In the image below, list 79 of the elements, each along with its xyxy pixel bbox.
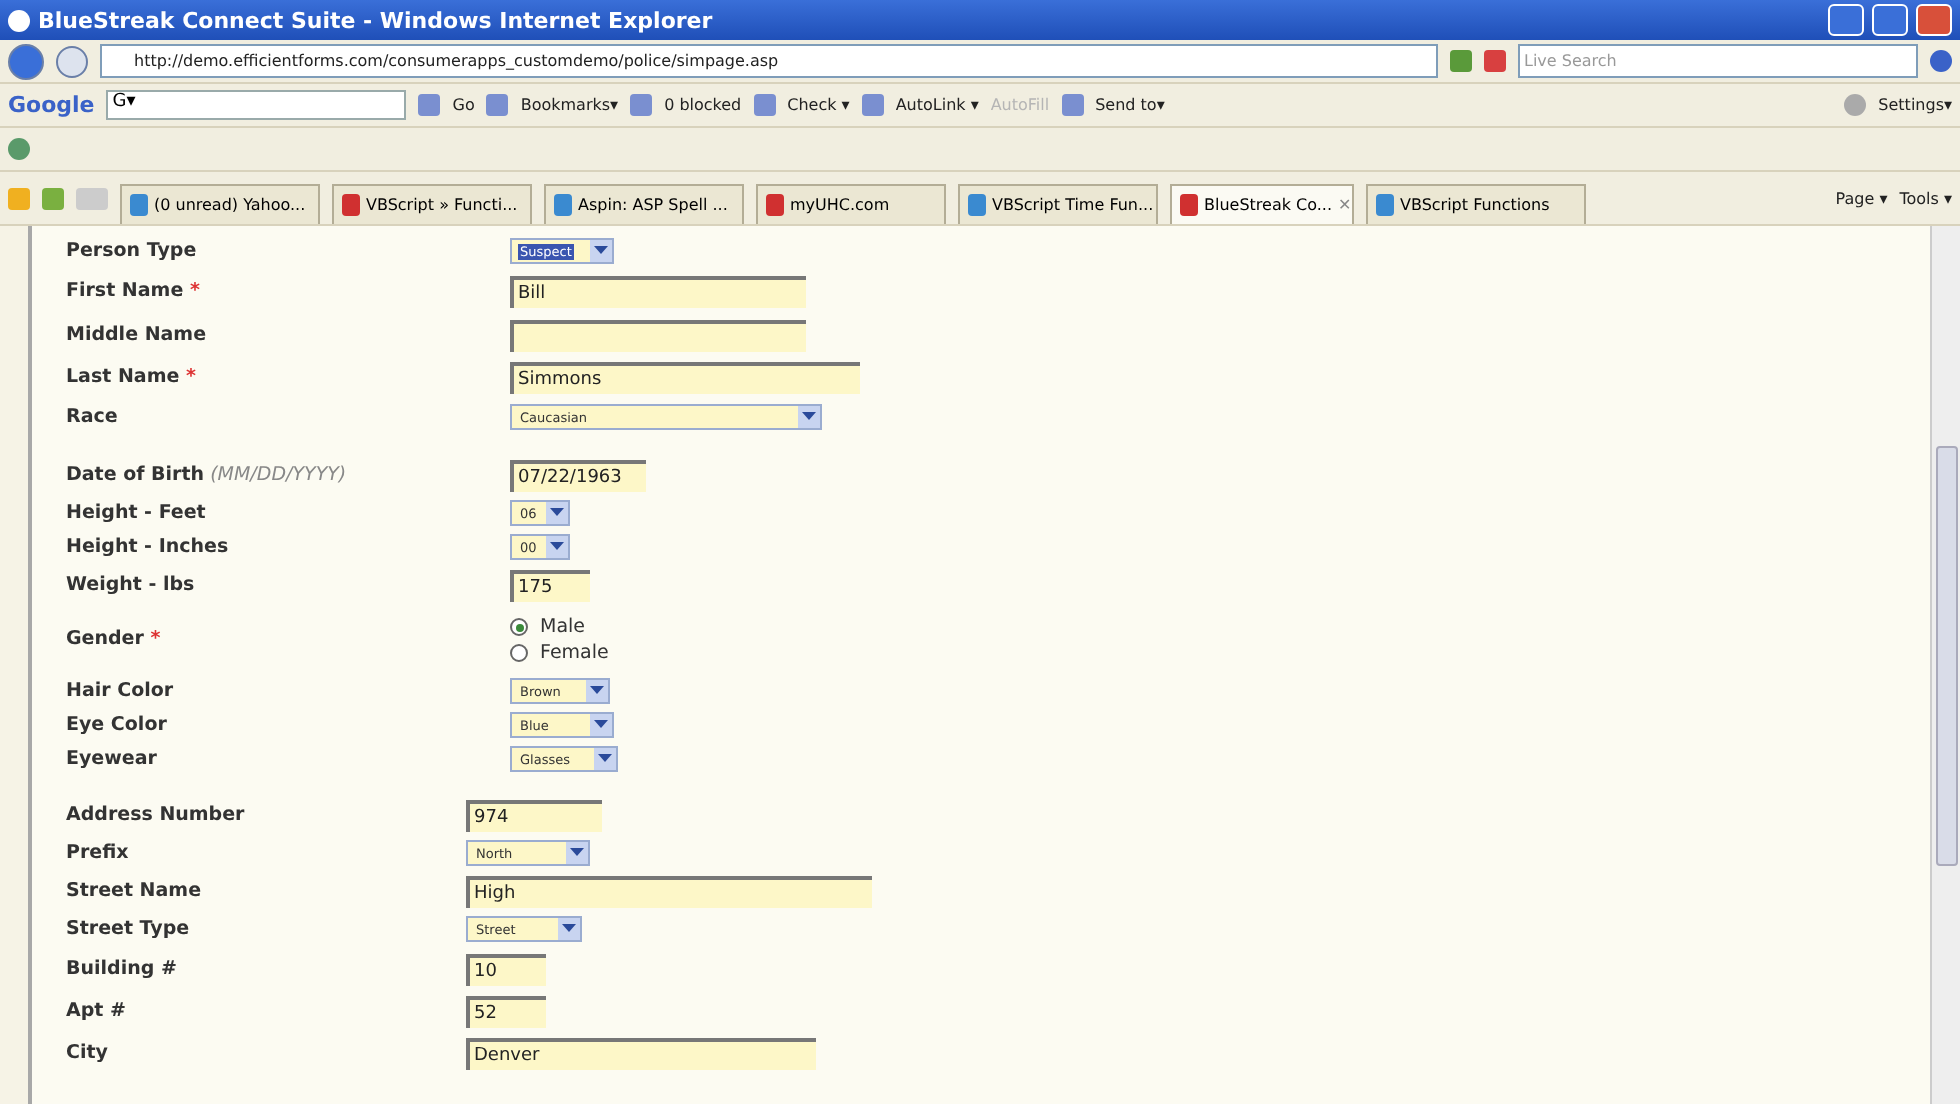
field-label: Address Number bbox=[66, 802, 247, 830]
toolbar-button[interactable]: 0 blocked bbox=[664, 96, 742, 114]
field-label: Weight - lbs bbox=[66, 572, 197, 600]
settings-button[interactable]: Settings▾ bbox=[1878, 96, 1952, 114]
caret-icon bbox=[590, 686, 604, 696]
field-label: First Name * bbox=[66, 278, 202, 306]
google-search-field[interactable]: G▾ bbox=[106, 90, 407, 120]
toolbar-icon bbox=[630, 94, 653, 116]
toolbar-button[interactable]: Bookmarks▾ bbox=[520, 96, 619, 114]
minimize-button[interactable] bbox=[1828, 4, 1864, 36]
text-field[interactable]: 52 bbox=[466, 995, 546, 1027]
radio-option[interactable]: Male bbox=[510, 616, 609, 638]
browser-tab[interactable]: Aspin: ASP Spell ... bbox=[544, 184, 744, 224]
search-field[interactable]: Live Search bbox=[1518, 44, 1918, 78]
field-label: Height - Feet bbox=[66, 500, 208, 528]
field-label: Gender * bbox=[66, 626, 163, 654]
scrollbar-thumb[interactable] bbox=[1935, 446, 1957, 866]
caret-icon bbox=[598, 754, 612, 764]
google-logo: Google bbox=[8, 92, 95, 118]
field-label: Street Name bbox=[66, 878, 204, 906]
caret-icon bbox=[550, 542, 564, 552]
toolbar-button[interactable]: Check ▾ bbox=[787, 96, 850, 114]
text-field[interactable]: High bbox=[466, 875, 872, 907]
field-label: Building # bbox=[66, 956, 179, 984]
caret-icon bbox=[594, 720, 608, 730]
text-field[interactable] bbox=[510, 319, 806, 351]
caret-icon bbox=[562, 924, 576, 934]
field-label: Hair Color bbox=[66, 678, 176, 706]
text-field[interactable]: 974 bbox=[466, 799, 602, 831]
command-button[interactable]: Page ▾ bbox=[1835, 189, 1888, 207]
back-button[interactable] bbox=[8, 43, 44, 79]
text-field[interactable]: 07/22/1963 bbox=[510, 460, 646, 492]
caret-icon bbox=[594, 246, 608, 256]
field-label: City bbox=[66, 1040, 110, 1068]
text-field[interactable]: Denver bbox=[466, 1037, 816, 1069]
browser-tab[interactable]: VBScript Functions bbox=[1366, 184, 1586, 224]
address-field[interactable]: http://demo.efficientforms.com/consumerapps_customdemo/police/simpage.asp bbox=[100, 44, 1438, 78]
text-field[interactable]: Simmons bbox=[510, 361, 860, 393]
toolbar-icon[interactable] bbox=[8, 138, 30, 160]
radio-button[interactable] bbox=[510, 618, 528, 636]
caret-icon bbox=[570, 848, 584, 858]
toolbar-button[interactable]: AutoLink ▾ bbox=[895, 96, 979, 114]
browser-tab[interactable]: myUHC.com bbox=[756, 184, 946, 224]
text-field[interactable]: Bill bbox=[510, 276, 806, 308]
field-label: Street Type bbox=[66, 916, 192, 944]
command-button[interactable]: Tools ▾ bbox=[1899, 189, 1952, 207]
field-label: Height - Inches bbox=[66, 534, 231, 562]
maximize-button[interactable] bbox=[1872, 4, 1908, 36]
toolbar-icon bbox=[753, 94, 776, 116]
field-label: Eye Color bbox=[66, 712, 169, 740]
field-label: Eyewear bbox=[66, 746, 159, 774]
text-field[interactable]: 10 bbox=[466, 953, 546, 985]
forward-button[interactable] bbox=[56, 45, 88, 77]
search-icon[interactable] bbox=[1930, 50, 1952, 72]
close-button[interactable] bbox=[1916, 4, 1952, 36]
caret-icon bbox=[550, 508, 564, 518]
browser-tab[interactable]: VBScript Time Fun... bbox=[958, 184, 1158, 224]
toolbar-icon bbox=[486, 94, 509, 116]
toolbar-icon bbox=[418, 94, 441, 116]
browser-tab[interactable]: BlueStreak Co... ✕ bbox=[1170, 184, 1354, 224]
field-label: Middle Name bbox=[66, 322, 209, 350]
toolbar-icon bbox=[1061, 94, 1084, 116]
caret-icon bbox=[802, 412, 816, 422]
window-title: BlueStreak Connect Suite - Windows Internet Explorer bbox=[38, 7, 715, 33]
toolbar-icon bbox=[861, 94, 884, 116]
field-label: Apt # bbox=[66, 998, 128, 1026]
browser-tab[interactable]: VBScript » Functi... bbox=[332, 184, 532, 224]
field-label: Person Type bbox=[66, 238, 199, 266]
field-label: Date of Birth (MM/DD/YYYY) bbox=[66, 462, 349, 490]
browser-icon bbox=[8, 9, 30, 31]
field-label: Race bbox=[66, 404, 120, 432]
radio-option[interactable]: Female bbox=[510, 642, 609, 664]
toolbar-button[interactable]: Go bbox=[452, 96, 475, 114]
text-field[interactable]: 175 bbox=[510, 569, 590, 601]
field-label: Last Name * bbox=[66, 364, 198, 392]
browser-tab[interactable]: (0 unread) Yahoo... bbox=[120, 184, 320, 224]
radio-button[interactable] bbox=[510, 644, 528, 662]
toolbar-button[interactable]: Send to▾ bbox=[1095, 96, 1165, 114]
field-label: Prefix bbox=[66, 840, 131, 868]
